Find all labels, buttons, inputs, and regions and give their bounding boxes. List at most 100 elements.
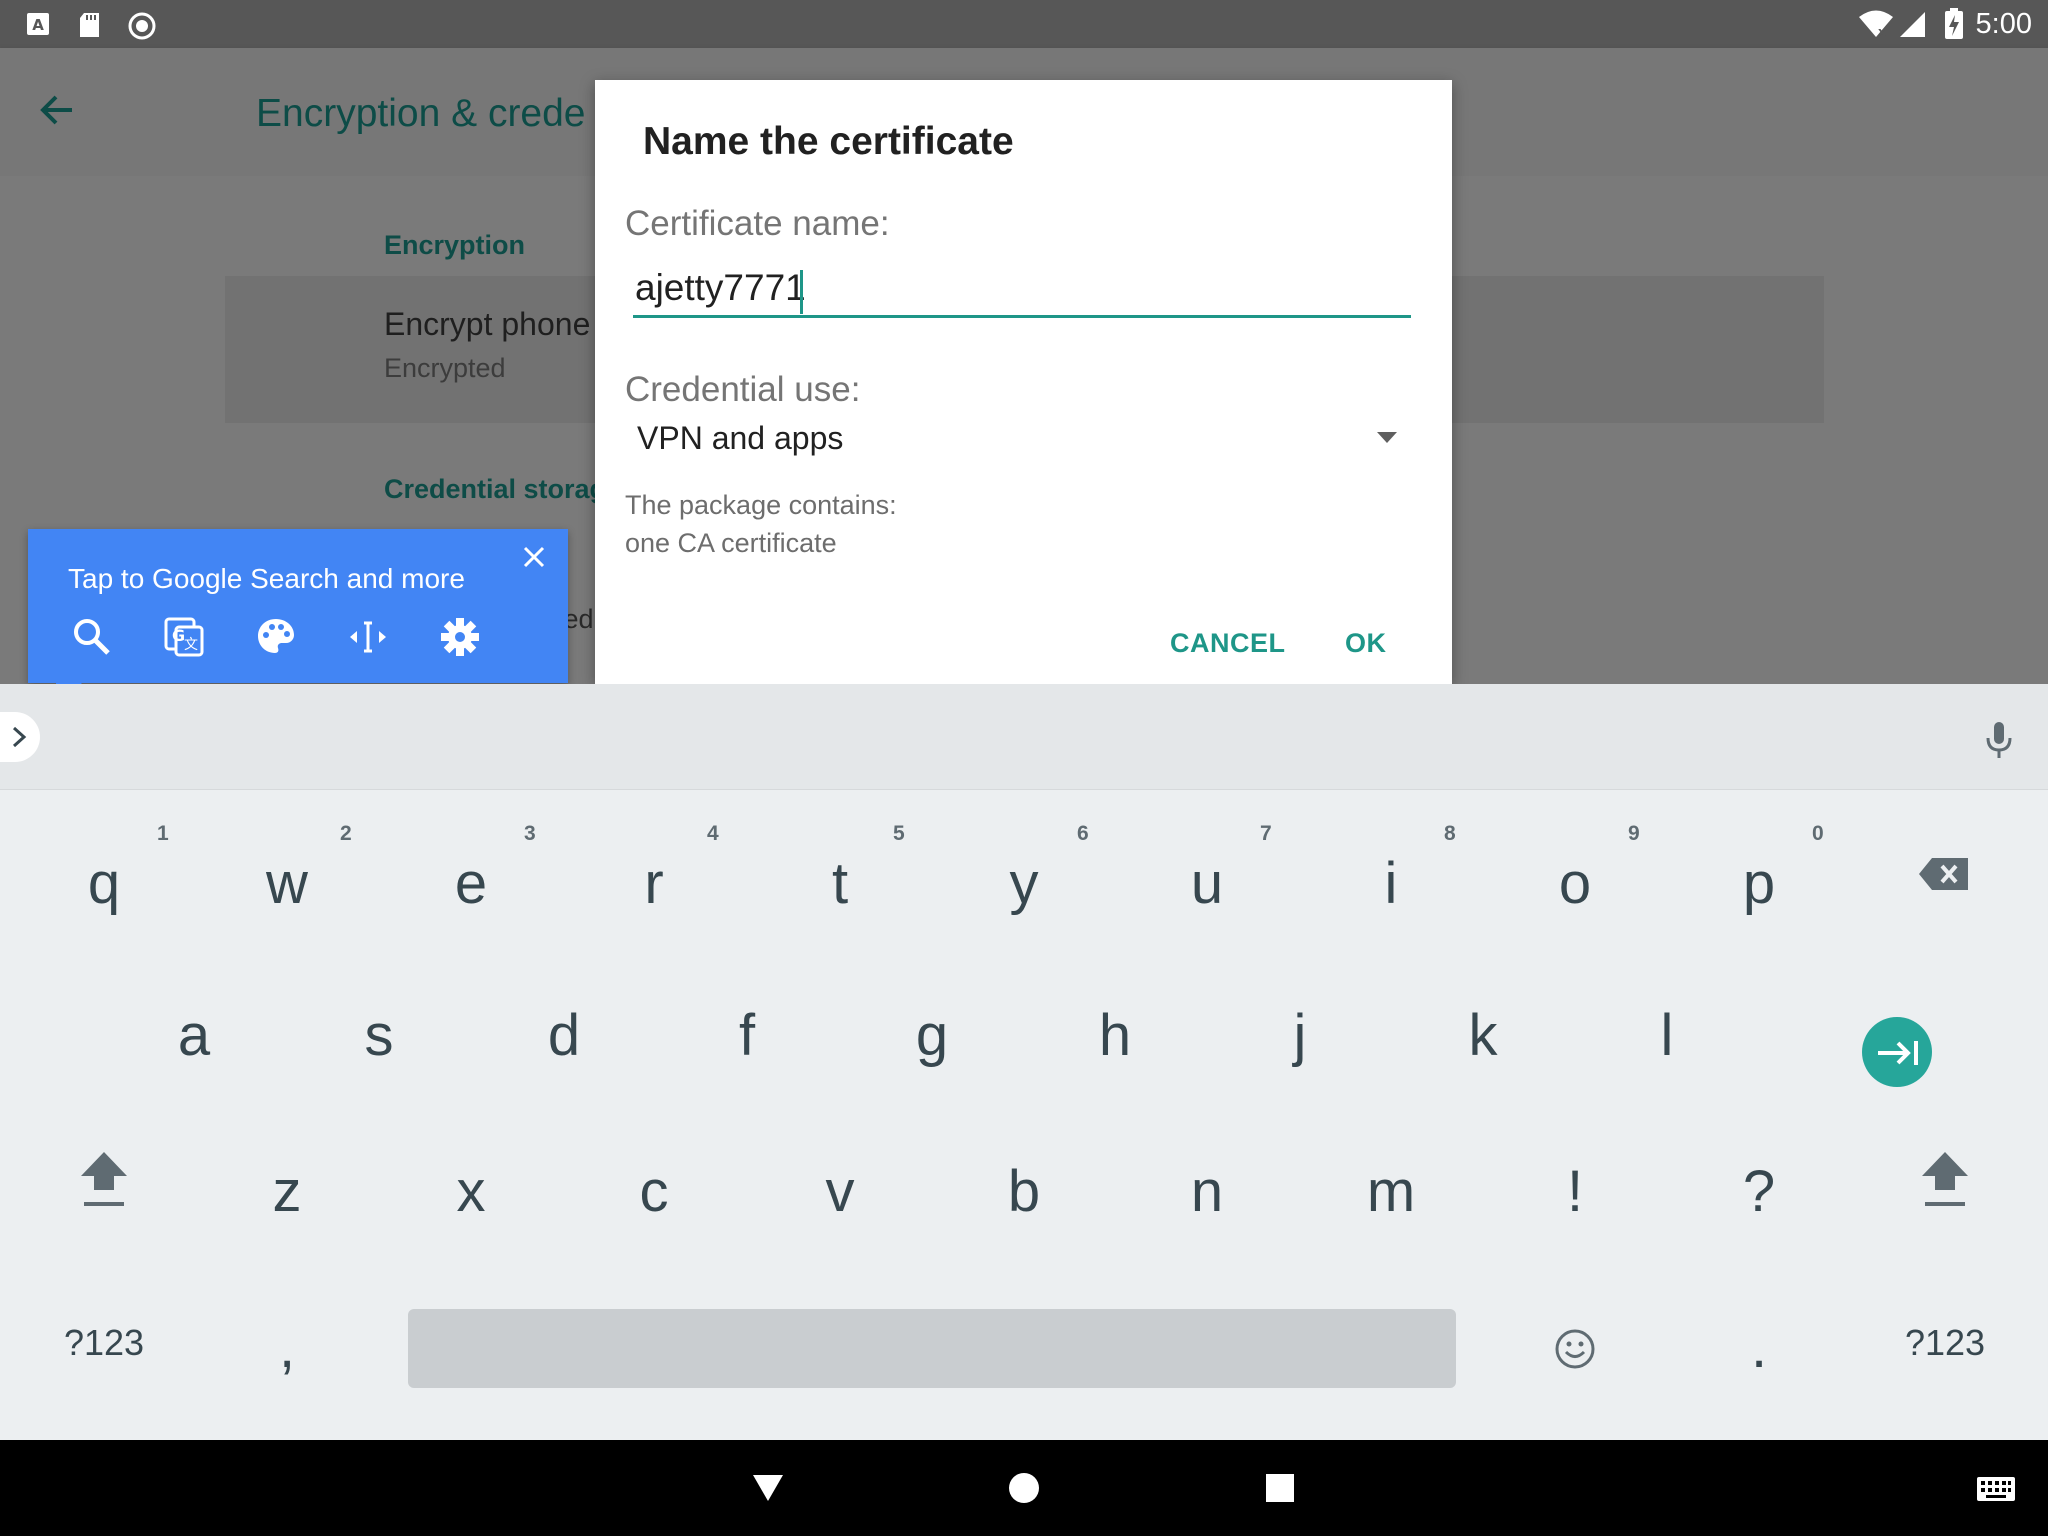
- clock: 5:00: [1975, 8, 2032, 40]
- wifi-icon: x: [1859, 10, 1893, 38]
- key-a[interactable]: a: [119, 974, 269, 1094]
- text-select-icon[interactable]: [346, 615, 390, 659]
- ok-button[interactable]: OK: [1345, 628, 1387, 659]
- key-label: .: [1750, 1315, 1768, 1380]
- key-r[interactable]: 4r: [579, 822, 729, 942]
- key-label: v: [825, 1159, 855, 1224]
- key-k[interactable]: k: [1408, 974, 1558, 1094]
- translate-icon[interactable]: G 文: [162, 615, 206, 659]
- key-b[interactable]: b: [949, 1130, 1099, 1250]
- key-label: ?123: [63, 1322, 145, 1363]
- key-label: g: [915, 1003, 949, 1068]
- key-label: b: [1007, 1159, 1041, 1224]
- key-l[interactable]: l: [1592, 974, 1742, 1094]
- shift-icon: [1922, 1152, 1968, 1206]
- key-c[interactable]: c: [579, 1130, 729, 1250]
- dialog-title: Name the certificate: [643, 120, 1014, 163]
- expand-toolbar-button[interactable]: [0, 712, 40, 762]
- shift-key-left[interactable]: [29, 1130, 179, 1250]
- package-contents-line1: The package contains:: [625, 490, 897, 520]
- key-label: f: [738, 1003, 756, 1068]
- enter-next-key[interactable]: [1862, 1017, 1932, 1087]
- close-icon[interactable]: [518, 541, 550, 573]
- credential-storage-category-header: Credential storag: [384, 474, 607, 504]
- key-label: x: [456, 1159, 486, 1224]
- key-g[interactable]: g: [857, 974, 1007, 1094]
- svg-text:A: A: [32, 16, 44, 34]
- space-bar[interactable]: [408, 1309, 1456, 1388]
- credential-use-label: Credential use:: [625, 370, 861, 409]
- key-hint: 6: [1077, 822, 1089, 845]
- recents-square-icon[interactable]: [1266, 1474, 1294, 1502]
- key-label: y: [1009, 851, 1039, 916]
- backspace-key[interactable]: [1870, 822, 2020, 942]
- navigation-bar: [0, 1440, 2048, 1536]
- tab-next-icon: [1878, 1041, 1918, 1065]
- home-circle-icon[interactable]: [1008, 1472, 1040, 1504]
- key-comma[interactable]: ,: [212, 1286, 362, 1406]
- key-label: c: [639, 1159, 669, 1224]
- key-label: m: [1366, 1159, 1416, 1224]
- google-search-tooltip[interactable]: Tap to Google Search and more G 文: [28, 529, 568, 683]
- back-arrow-icon[interactable]: [38, 92, 74, 128]
- key-hint: 5: [893, 822, 905, 845]
- key-label: s: [364, 1003, 394, 1068]
- palette-icon[interactable]: [254, 615, 298, 659]
- key-label: ?: [1742, 1159, 1776, 1224]
- key-j[interactable]: j: [1225, 974, 1375, 1094]
- key-f[interactable]: f: [672, 974, 822, 1094]
- key-label: t: [831, 851, 849, 916]
- key-label: w: [266, 851, 308, 916]
- microphone-icon[interactable]: [1984, 720, 2014, 760]
- key-label: l: [1660, 1003, 1674, 1068]
- key-label: e: [454, 851, 488, 916]
- keyboard-switch-icon[interactable]: [1976, 1476, 2016, 1504]
- key-y[interactable]: 6y: [949, 822, 1099, 942]
- soft-keyboard: 1q 2w 3e 4r 5t 6y 7u 8i 9o 0p a s d f g …: [0, 684, 2048, 1440]
- key-label: i: [1384, 851, 1398, 916]
- dropdown-arrow-icon: [1377, 432, 1397, 443]
- package-contents-line2: one CA certificate: [625, 528, 837, 558]
- key-label: !: [1566, 1159, 1584, 1224]
- key-e[interactable]: 3e: [396, 822, 546, 942]
- settings-gear-icon[interactable]: [438, 615, 482, 659]
- certificate-name-input[interactable]: [633, 266, 1411, 318]
- key-h[interactable]: h: [1040, 974, 1190, 1094]
- cancel-button[interactable]: CANCEL: [1170, 628, 1286, 659]
- key-t[interactable]: 5t: [765, 822, 915, 942]
- key-i[interactable]: 8i: [1316, 822, 1466, 942]
- back-triangle-icon[interactable]: [752, 1474, 784, 1502]
- emoji-key[interactable]: [1500, 1286, 1650, 1406]
- key-d[interactable]: d: [489, 974, 639, 1094]
- key-label: o: [1558, 851, 1592, 916]
- key-label: d: [547, 1003, 581, 1068]
- symbols-key-right[interactable]: ?123: [1870, 1286, 2020, 1406]
- credential-use-dropdown[interactable]: VPN and apps: [625, 408, 1425, 468]
- key-hint: 3: [524, 822, 536, 845]
- key-exclamation[interactable]: !: [1500, 1130, 1650, 1250]
- key-z[interactable]: z: [212, 1130, 362, 1250]
- suggestion-strip: [0, 684, 2048, 790]
- symbols-key-left[interactable]: ?123: [29, 1286, 179, 1406]
- shift-key-right[interactable]: [1870, 1130, 2020, 1250]
- key-label: k: [1468, 1003, 1498, 1068]
- key-u[interactable]: 7u: [1132, 822, 1282, 942]
- key-q[interactable]: 1q: [29, 822, 179, 942]
- key-p[interactable]: 0p: [1684, 822, 1834, 942]
- keyboard-notification-icon: A: [27, 13, 49, 35]
- key-n[interactable]: n: [1132, 1130, 1282, 1250]
- sd-card-icon: [80, 13, 99, 37]
- key-s[interactable]: s: [304, 974, 454, 1094]
- key-hint: 1: [157, 822, 169, 845]
- key-x[interactable]: x: [396, 1130, 546, 1250]
- search-icon[interactable]: [70, 615, 114, 659]
- key-hint: 8: [1444, 822, 1456, 845]
- key-o[interactable]: 9o: [1500, 822, 1650, 942]
- key-label: p: [1742, 851, 1776, 916]
- key-w[interactable]: 2w: [212, 822, 362, 942]
- key-period[interactable]: .: [1684, 1286, 1834, 1406]
- tooltip-text: Tap to Google Search and more: [68, 563, 465, 594]
- key-m[interactable]: m: [1316, 1130, 1466, 1250]
- key-v[interactable]: v: [765, 1130, 915, 1250]
- key-question[interactable]: ?: [1684, 1130, 1834, 1250]
